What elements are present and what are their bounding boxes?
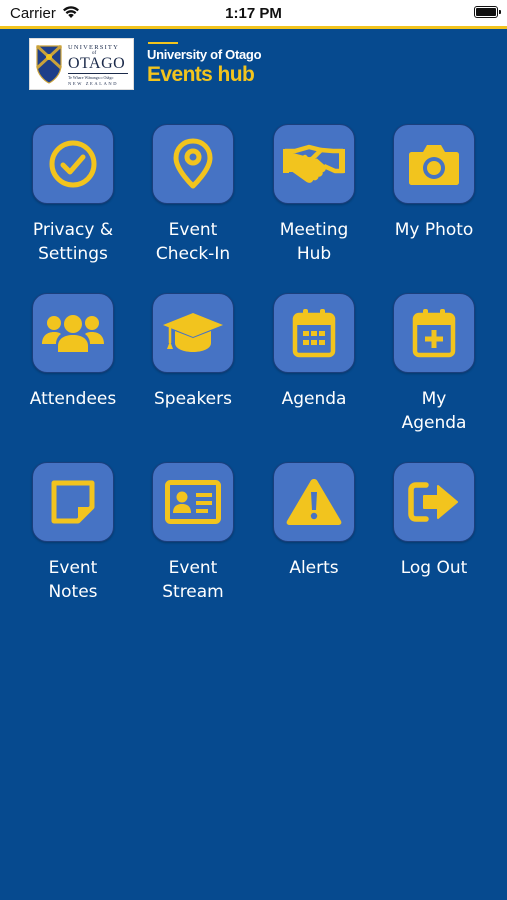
app-header: UNIVERSITY of OTAGO Te Whare Wānanga o O… — [0, 29, 507, 99]
check-circle-icon — [49, 140, 97, 188]
tile-icon-box[interactable] — [32, 293, 114, 373]
tile-icon-box[interactable] — [32, 462, 114, 542]
tile-icon-box[interactable] — [152, 124, 234, 204]
users-icon — [42, 315, 104, 352]
tile-label-line: Check-In — [155, 244, 231, 264]
calendar-icon — [292, 309, 336, 358]
tile-label-line: Event — [48, 558, 98, 578]
tile-label: Agenda — [254, 387, 374, 411]
tile-label-line: Speakers — [153, 389, 232, 409]
sticky-note-icon — [51, 480, 95, 524]
tile-alerts[interactable]: Alerts — [254, 462, 374, 580]
logo-maori-text: Te Whare Wānanga o Otāgo — [68, 75, 114, 80]
tile-label-line: My — [421, 389, 447, 409]
tile-label-line: Event — [168, 220, 218, 240]
logo-divider — [68, 73, 128, 74]
brand-university: University of Otago — [147, 47, 262, 62]
tile-icon-box[interactable] — [273, 462, 355, 542]
tile-label: My Agenda — [374, 387, 494, 435]
warning-icon — [286, 479, 342, 525]
tile-icon-box[interactable] — [273, 124, 355, 204]
tile-icon-box[interactable] — [393, 124, 475, 204]
tile-icon-box[interactable] — [32, 124, 114, 204]
tile-event-stream[interactable]: Event Stream — [133, 462, 253, 604]
tile-speakers[interactable]: Speakers — [133, 293, 253, 411]
logo-country-text: NEW ZEALAND — [68, 81, 119, 86]
tile-label-line: Agenda — [401, 413, 467, 433]
sign-out-icon — [408, 482, 458, 522]
graduation-cap-icon — [163, 313, 223, 352]
location-pin-icon — [173, 138, 213, 189]
tile-privacy-settings[interactable]: Privacy & Settings — [13, 124, 133, 266]
tile-label: Log Out — [374, 556, 494, 580]
tile-icon-box[interactable] — [152, 462, 234, 542]
tile-icon-box[interactable] — [393, 293, 475, 373]
tile-label-line: Hub — [296, 244, 332, 264]
battery-icon — [474, 6, 501, 18]
tile-label: My Photo — [374, 218, 494, 242]
tile-label: Meeting Hub — [254, 218, 374, 266]
logo-otago-text: OTAGO — [68, 55, 126, 72]
tile-label-line: Settings — [38, 244, 108, 264]
tile-agenda[interactable]: Agenda — [254, 293, 374, 411]
tile-label-line: Attendees — [29, 389, 117, 409]
tile-log-out[interactable]: Log Out — [374, 462, 494, 580]
tile-attendees[interactable]: Attendees — [13, 293, 133, 411]
tile-label-line: Alerts — [289, 558, 339, 578]
tile-my-agenda[interactable]: My Agenda — [374, 293, 494, 435]
camera-icon — [409, 145, 459, 185]
tile-label-line: Log Out — [400, 558, 468, 578]
tile-icon-box[interactable] — [393, 462, 475, 542]
clock: 1:17 PM — [225, 5, 282, 22]
tile-label-line: Stream — [162, 582, 224, 602]
logo-university-text: UNIVERSITY — [68, 44, 119, 51]
tile-my-photo[interactable]: My Photo — [374, 124, 494, 242]
calendar-plus-icon — [412, 309, 456, 358]
tile-event-notes[interactable]: Event Notes — [13, 462, 133, 604]
tile-icon-box[interactable] — [152, 293, 234, 373]
tile-label-line: Meeting — [279, 220, 349, 240]
tile-label-line: Privacy & — [32, 220, 114, 240]
tile-meeting-hub[interactable]: Meeting Hub — [254, 124, 374, 266]
tile-label: Event Stream — [133, 556, 253, 604]
tile-label-line: Event — [168, 558, 218, 578]
app-title: Events hub — [147, 63, 255, 86]
tile-event-check-in[interactable]: Event Check-In — [133, 124, 253, 266]
tile-label: Alerts — [254, 556, 374, 580]
tile-icon-box[interactable] — [273, 293, 355, 373]
tile-label: Privacy & Settings — [13, 218, 133, 266]
tile-label: Event Notes — [13, 556, 133, 604]
tile-label-line: My Photo — [394, 220, 474, 240]
id-card-icon — [165, 480, 221, 524]
tile-label: Speakers — [133, 387, 253, 411]
crest-icon — [35, 44, 63, 84]
handshake-icon — [283, 144, 345, 183]
tile-label-line: Notes — [48, 582, 98, 602]
brand-accent-bar — [148, 42, 178, 44]
tile-label: Attendees — [13, 387, 133, 411]
university-logo: UNIVERSITY of OTAGO Te Whare Wānanga o O… — [29, 38, 134, 90]
tile-label: Event Check-In — [133, 218, 253, 266]
tile-label-line: Agenda — [281, 389, 347, 409]
status-bar: Carrier 1:17 PM — [0, 0, 507, 26]
